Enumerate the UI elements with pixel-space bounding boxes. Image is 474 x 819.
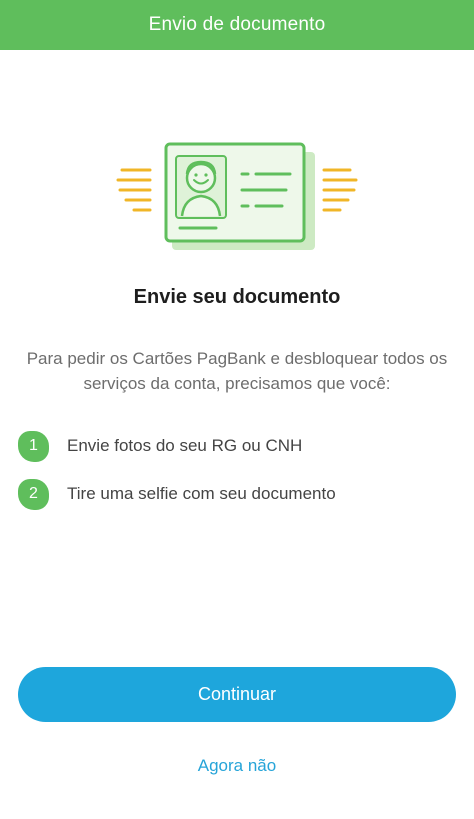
skip-link[interactable]: Agora não [0, 756, 474, 776]
document-upload-screen: Envio de documento Envie seu documento P… [0, 0, 474, 819]
continue-button[interactable]: Continuar [18, 667, 456, 722]
speed-lines-right [322, 168, 358, 212]
speed-lines-left [116, 168, 152, 212]
step-text: Tire uma selfie com seu documento [67, 484, 336, 503]
list-item: 1 Envie fotos do seu RG ou CNH [18, 428, 458, 464]
header-bar: Envio de documento [0, 0, 474, 50]
list-item: 2 Tire uma selfie com seu documento [18, 476, 458, 512]
step-number-badge: 1 [18, 430, 49, 462]
step-number-badge: 2 [18, 478, 49, 510]
header-title: Envio de documento [148, 14, 326, 35]
page-title: Envie seu documento [133, 286, 341, 308]
intro-text: Para pedir os Cartões PagBank e desbloqu… [26, 349, 448, 393]
steps-list: 1 Envie fotos do seu RG ou CNH 2 Tire um… [18, 428, 458, 524]
step-text: Envie fotos do seu RG ou CNH [67, 436, 303, 455]
id-card-icon [116, 142, 358, 250]
